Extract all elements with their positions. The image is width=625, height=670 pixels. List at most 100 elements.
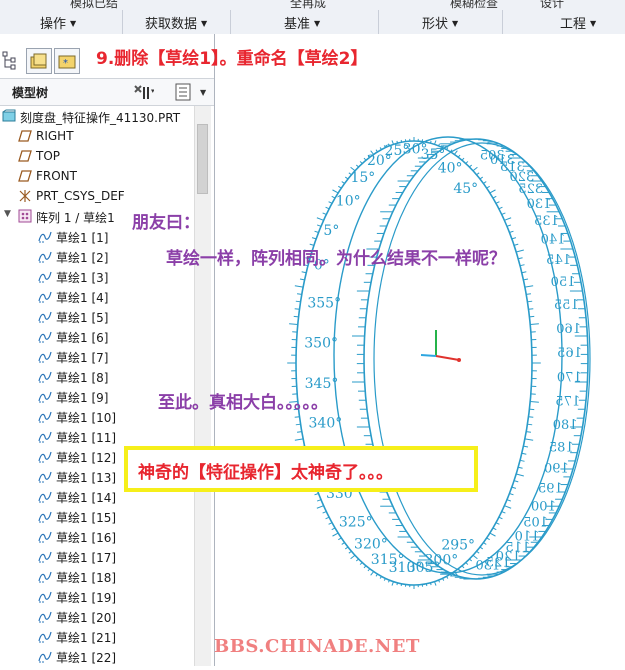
- ribbon-fragment[interactable]: 模拟已结: [70, 0, 118, 10]
- dial-tick: [349, 551, 352, 553]
- dial-label: 130: [527, 197, 552, 212]
- dial-tick: [297, 432, 302, 433]
- tree-item[interactable]: 草绘1 [20]: [0, 606, 194, 626]
- dial-tick: [496, 202, 499, 204]
- tree-item[interactable]: 草绘1 [19]: [0, 586, 194, 606]
- dial-tick: [499, 207, 503, 209]
- dial-tick: [504, 218, 511, 221]
- group-get-data[interactable]: 获取数据▼: [145, 13, 207, 32]
- tree-item[interactable]: 草绘1 [16]: [0, 526, 194, 546]
- dial-tick: [502, 512, 506, 514]
- dial-tick: [458, 155, 460, 157]
- ribbon-fragment[interactable]: 全再成: [290, 0, 326, 10]
- tree-item[interactable]: 刻度盘_特征操作_41130.PRT: [0, 106, 194, 126]
- dial-label: 320°: [354, 537, 388, 553]
- chevron-down-icon: ▼: [590, 19, 596, 28]
- tree-item-label: 草绘1 [1]: [56, 229, 108, 246]
- dial-tick: [530, 324, 539, 325]
- dial-label: 315°: [371, 552, 405, 568]
- tree-item[interactable]: 草绘1 [6]: [0, 326, 194, 346]
- dial-label: 130: [475, 558, 500, 573]
- dial-tick: [401, 584, 402, 586]
- dial-label: 185: [549, 440, 574, 455]
- expand-toggle-icon[interactable]: ▼: [4, 209, 11, 219]
- dial-tick: [315, 493, 319, 494]
- ribbon: 模拟已结 全再成 模糊检查 设计 操作▼ 获取数据▼ 基准▼ 形状▼ 工程▼: [0, 0, 625, 35]
- dial-label: 190: [544, 462, 569, 477]
- tree-item[interactable]: 草绘1 [21]: [0, 626, 194, 646]
- dial-model[interactable]: 295°300°305°310°315°320°325°330°335°340°…: [215, 34, 625, 666]
- tree-item[interactable]: 草绘1 [11]: [0, 426, 194, 446]
- dial-label: 325: [518, 182, 543, 197]
- tree-item[interactable]: 草绘1 [7]: [0, 346, 194, 366]
- tree-item[interactable]: 草绘1 [15]: [0, 506, 194, 526]
- group-operations[interactable]: 操作▼: [40, 13, 76, 32]
- tree-scrollbar[interactable]: [194, 106, 211, 666]
- dial-tick: [466, 161, 468, 163]
- dial-tick: [490, 533, 496, 536]
- tree-settings-icon[interactable]: ▾: [132, 83, 154, 105]
- dial-tick: [317, 218, 324, 221]
- dial-label: 150: [551, 275, 576, 290]
- ribbon-fragment[interactable]: 模糊检查: [450, 0, 498, 10]
- scrollbar-thumb[interactable]: [197, 124, 208, 194]
- dial-tick: [295, 439, 303, 440]
- dial-tick: [296, 424, 301, 425]
- tree-item[interactable]: TOP: [0, 146, 194, 166]
- dial-tick: [520, 460, 524, 461]
- dial-tick: [356, 559, 358, 561]
- tab-model-tree[interactable]: [0, 48, 26, 74]
- tree-item-label: 草绘1 [10]: [56, 409, 116, 426]
- graphics-viewport[interactable]: 295°300°305°310°315°320°325°330°335°340°…: [215, 34, 625, 666]
- tree-item[interactable]: 草绘1 [8]: [0, 366, 194, 386]
- dial-tick: [509, 493, 513, 494]
- dial-label: 45°: [453, 181, 478, 197]
- dial-tick: [297, 294, 302, 295]
- dial-tick: [392, 582, 394, 586]
- dial-tick: [512, 238, 516, 239]
- tree-item-label: RIGHT: [36, 129, 74, 143]
- ribbon-fragment[interactable]: 设计: [540, 0, 564, 10]
- folder-icon: [27, 49, 51, 73]
- dial-tick: [302, 272, 307, 273]
- dial-tick: [430, 141, 431, 143]
- tree-item[interactable]: 草绘1 [5]: [0, 306, 194, 326]
- group-datum[interactable]: 基准▼: [284, 13, 320, 32]
- svg-text:▼: ▼: [200, 88, 207, 97]
- dial-tick: [295, 309, 300, 310]
- dial-tick: [477, 551, 480, 553]
- group-shapes[interactable]: 形状▼: [422, 13, 458, 32]
- tree-item[interactable]: 草绘1 [3]: [0, 266, 194, 286]
- tree-item[interactable]: 草绘1 [17]: [0, 546, 194, 566]
- tree-item-label: 阵列 1 / 草绘1: [36, 209, 115, 226]
- dial-tick: [356, 165, 358, 167]
- dial-tick: [380, 576, 381, 578]
- tree-item[interactable]: 草绘1 [2]: [0, 246, 194, 266]
- tree-item[interactable]: PRT_CSYS_DEF: [0, 186, 194, 206]
- ribbon-group-labels: 操作▼ 获取数据▼ 基准▼ 形状▼ 工程▼: [0, 10, 625, 34]
- tab-favorites[interactable]: *: [54, 48, 80, 74]
- tree-item-label: 草绘1 [6]: [56, 329, 108, 346]
- dial-tick: [520, 265, 524, 266]
- show-list-icon[interactable]: ▼: [174, 83, 210, 105]
- tree-item[interactable]: 草绘1 [4]: [0, 286, 194, 306]
- dial-tick: [477, 173, 480, 175]
- dial-label: 165: [557, 346, 582, 361]
- tree-item[interactable]: FRONT: [0, 166, 194, 186]
- dial-front-edge: [296, 141, 532, 585]
- dial-tick: [502, 213, 506, 215]
- tree-item[interactable]: 草绘1 [18]: [0, 566, 194, 586]
- dial-tick: [493, 196, 496, 198]
- tree-item-label: 草绘1 [18]: [56, 569, 116, 586]
- dial-tick: [295, 286, 303, 287]
- tree-item[interactable]: 草绘1 [22]: [0, 646, 194, 666]
- dial-label: 295°: [441, 537, 475, 553]
- tab-folder-browser[interactable]: [26, 48, 52, 74]
- dial-tick: [345, 177, 348, 179]
- tree-item[interactable]: RIGHT: [0, 126, 194, 146]
- dial-tick: [526, 294, 531, 295]
- tree-item-label: 草绘1 [12]: [56, 449, 116, 466]
- svg-text:*: *: [63, 58, 68, 69]
- tree-item-label: 刻度盘_特征操作_41130.PRT: [20, 109, 180, 126]
- group-engineering[interactable]: 工程▼: [560, 13, 596, 32]
